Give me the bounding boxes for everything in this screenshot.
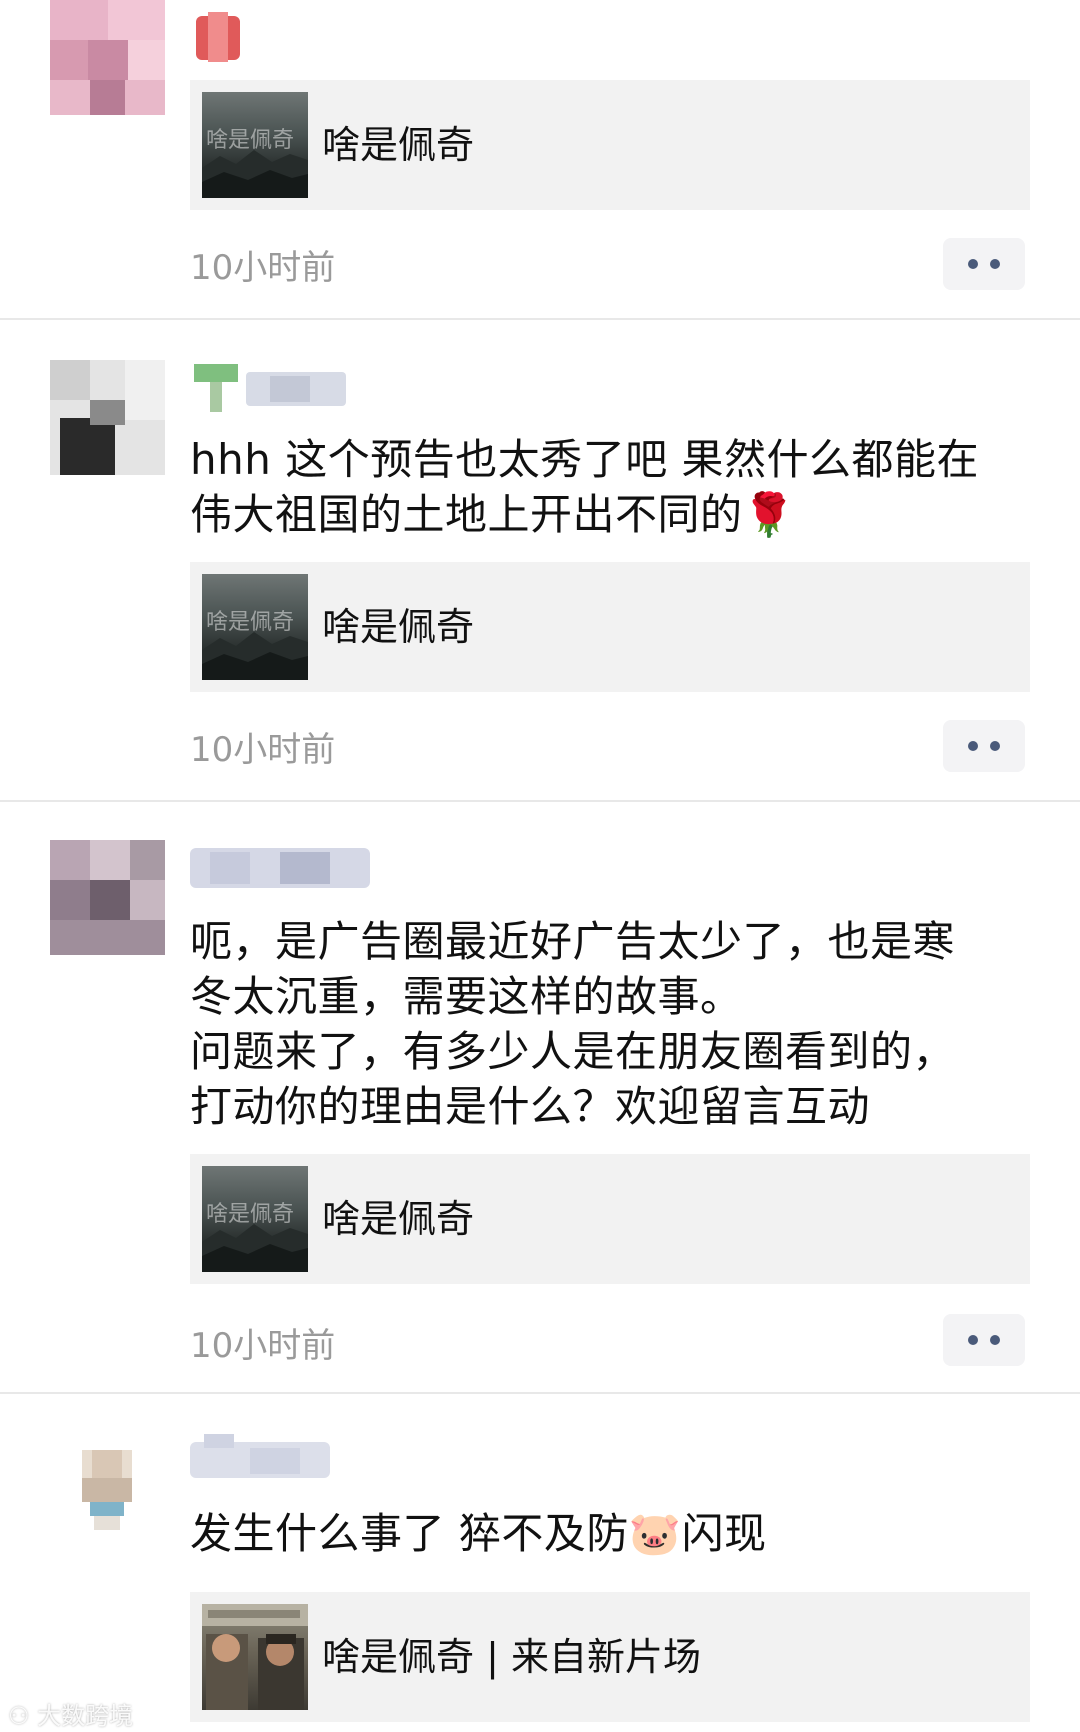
share-card[interactable]: 啥是佩奇 啥是佩奇 xyxy=(190,80,1030,210)
share-title: 啥是佩奇 xyxy=(322,123,475,167)
comment-text: 发生什么事了 猝不及防🐷闪现 xyxy=(190,1509,767,1558)
timestamp: 10小时前 xyxy=(190,730,336,770)
avatar[interactable] xyxy=(50,360,165,475)
comment-4: 发生什么事了 猝不及防🐷闪现 啥是佩奇 | 来自新片场 xyxy=(0,1394,1080,1732)
dot-icon xyxy=(968,1335,978,1345)
dot-icon xyxy=(990,1335,1000,1345)
timestamp: 10小时前 xyxy=(190,248,336,288)
dot-icon xyxy=(990,741,1000,751)
timestamp: 10小时前 xyxy=(190,1326,336,1366)
share-title: 啥是佩奇 xyxy=(322,605,475,649)
mountain-image xyxy=(202,150,308,198)
more-button[interactable] xyxy=(943,1314,1025,1366)
video-thumbnail: 啥是佩奇 xyxy=(202,92,308,198)
comment-text: hhh 这个预告也太秀了吧 果然什么都能在 伟大祖国的土地上开出不同的🌹 xyxy=(190,435,980,539)
watermark-logo: ⚇ 大数跨境 xyxy=(8,1696,133,1731)
video-thumbnail: 啥是佩奇 xyxy=(202,1166,308,1272)
watermark-text: 大数跨境 xyxy=(37,1702,134,1730)
username-blurred[interactable] xyxy=(190,1434,330,1484)
dot-icon xyxy=(990,259,1000,269)
avatar[interactable] xyxy=(50,840,165,955)
comment-2: hhh 这个预告也太秀了吧 果然什么都能在 伟大祖国的土地上开出不同的🌹 啥是佩… xyxy=(0,320,1080,800)
username-blurred[interactable] xyxy=(190,12,250,62)
more-button[interactable] xyxy=(943,238,1025,290)
avatar[interactable] xyxy=(82,1450,132,1530)
share-title: 啥是佩奇 xyxy=(322,1197,475,1241)
comment-text: 呃，是广告圈最近好广告太少了，也是寒 冬太沉重，需要这样的故事。 问题来了，有多… xyxy=(190,917,956,1131)
username-blurred[interactable] xyxy=(190,842,370,892)
dot-icon xyxy=(968,741,978,751)
comment-3: 呃，是广告圈最近好广告太少了，也是寒 冬太沉重，需要这样的故事。 问题来了，有多… xyxy=(0,802,1080,1392)
more-button[interactable] xyxy=(943,720,1025,772)
watermark-icon: ⚇ xyxy=(8,1702,38,1730)
share-title: 啥是佩奇 | 来自新片场 xyxy=(322,1635,701,1679)
dot-icon xyxy=(968,259,978,269)
share-card[interactable]: 啥是佩奇 啥是佩奇 xyxy=(190,1154,1030,1284)
video-thumbnail xyxy=(202,1604,308,1710)
video-thumbnail: 啥是佩奇 xyxy=(202,574,308,680)
share-card[interactable]: 啥是佩奇 | 来自新片场 xyxy=(190,1592,1030,1722)
username-blurred[interactable] xyxy=(190,362,350,412)
avatar[interactable] xyxy=(50,0,165,115)
comment-1: 啥是佩奇 啥是佩奇 10小时前 xyxy=(0,0,1080,318)
share-card[interactable]: 啥是佩奇 啥是佩奇 xyxy=(190,562,1030,692)
people-photo xyxy=(202,1604,308,1710)
mountain-image xyxy=(202,632,308,680)
mountain-image xyxy=(202,1224,308,1272)
